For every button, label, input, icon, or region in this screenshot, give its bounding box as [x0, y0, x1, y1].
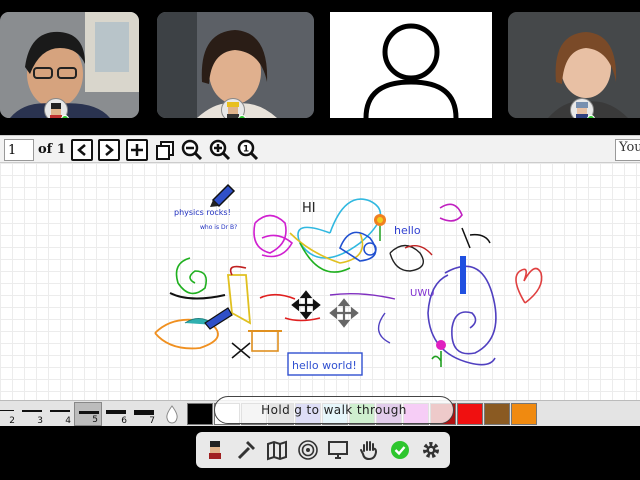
whiteboard-canvas[interactable]: physics rocks! who is Dr B? HI hello UWU: [0, 163, 640, 400]
stroke-size-5[interactable]: 5: [74, 402, 102, 426]
move-cursor-icon: [291, 290, 321, 320]
bottom-dock: [196, 432, 450, 468]
board-text-physics: physics rocks!: [174, 208, 231, 217]
add-page-button[interactable]: [126, 139, 148, 161]
online-status-dot: [61, 115, 69, 118]
person-placeholder-icon: [330, 12, 492, 118]
previous-page-button[interactable]: [71, 139, 93, 161]
status-available-button[interactable]: [387, 437, 413, 463]
hand-icon: [360, 441, 378, 461]
stroke-size-7[interactable]: 7: [130, 402, 158, 426]
stroke-size-6[interactable]: 6: [102, 402, 130, 426]
build-button[interactable]: [233, 437, 259, 463]
avatar-button[interactable]: [202, 437, 228, 463]
walk-through-hint: Hold g to walk through: [214, 396, 454, 424]
pen-cursor-icon: [210, 183, 236, 208]
participant-avatar-2: [221, 98, 246, 118]
zoom-in-button[interactable]: [209, 139, 231, 161]
plus-icon: [131, 144, 143, 156]
drop-icon: [166, 405, 178, 424]
duplicate-page-button[interactable]: [154, 139, 176, 161]
participant-avatar-1: [44, 98, 69, 118]
settings-button[interactable]: [418, 437, 444, 463]
chevron-left-icon: [77, 144, 86, 156]
check-circle-icon: [390, 441, 409, 459]
chevron-right-icon: [105, 144, 114, 156]
board-text-hello: hello: [394, 224, 421, 237]
map-button[interactable]: [264, 437, 290, 463]
board-text-hello-world: hello world!: [292, 359, 357, 372]
participant-video-3[interactable]: [330, 12, 492, 118]
zoom-reset-button[interactable]: 1: [237, 139, 259, 161]
zoom-out-button[interactable]: [181, 139, 203, 161]
meeting-app: of 1 1 You: [0, 0, 640, 480]
stroke-size-3[interactable]: 3: [18, 402, 46, 426]
svg-text:1: 1: [243, 145, 249, 155]
next-page-button[interactable]: [98, 139, 120, 161]
raise-hand-button[interactable]: [356, 437, 382, 463]
board-text-hi: HI: [302, 201, 316, 216]
monitor-icon: [328, 441, 349, 459]
online-status-dot: [587, 115, 595, 118]
whiteboard-toolbar: of 1 1 You: [0, 135, 640, 163]
color-swatch-12[interactable]: [484, 403, 510, 425]
screen-share-button[interactable]: [325, 437, 351, 463]
gear-icon: [422, 442, 439, 458]
stroke-size-2[interactable]: 2: [0, 402, 18, 426]
stroke-size-4[interactable]: 4: [46, 402, 74, 426]
move-cursor-icon-faded: [329, 298, 359, 328]
zoom-reset-icon: 1: [237, 139, 259, 161]
participant-video-4[interactable]: [508, 12, 640, 118]
online-status-dot: [238, 115, 246, 118]
page-count-label: of 1: [38, 142, 66, 157]
whiteboard-drawing: physics rocks! who is Dr B? HI hello UWU: [154, 183, 543, 376]
participant-video-frame-1: [0, 12, 139, 118]
map-icon: [266, 440, 287, 461]
target-button[interactable]: [295, 437, 321, 463]
opacity-button[interactable]: [158, 402, 186, 426]
target-icon: [297, 440, 318, 460]
hammer-icon: [238, 441, 256, 460]
participant-video-1[interactable]: [0, 12, 139, 118]
copy-icon: [156, 141, 174, 160]
board-text-dr-b: who is Dr B?: [200, 224, 237, 231]
pixel-avatar-icon: [209, 441, 222, 459]
participant-avatar-4: [570, 98, 595, 118]
color-swatch-11[interactable]: [457, 403, 483, 425]
color-swatch-13[interactable]: [511, 403, 537, 425]
search-input[interactable]: You: [615, 139, 640, 161]
participant-video-2[interactable]: [157, 12, 314, 118]
color-swatch-1[interactable]: [187, 403, 213, 425]
zoom-in-icon: [209, 139, 231, 161]
zoom-out-icon: [181, 139, 203, 161]
page-number-input[interactable]: [4, 139, 34, 161]
